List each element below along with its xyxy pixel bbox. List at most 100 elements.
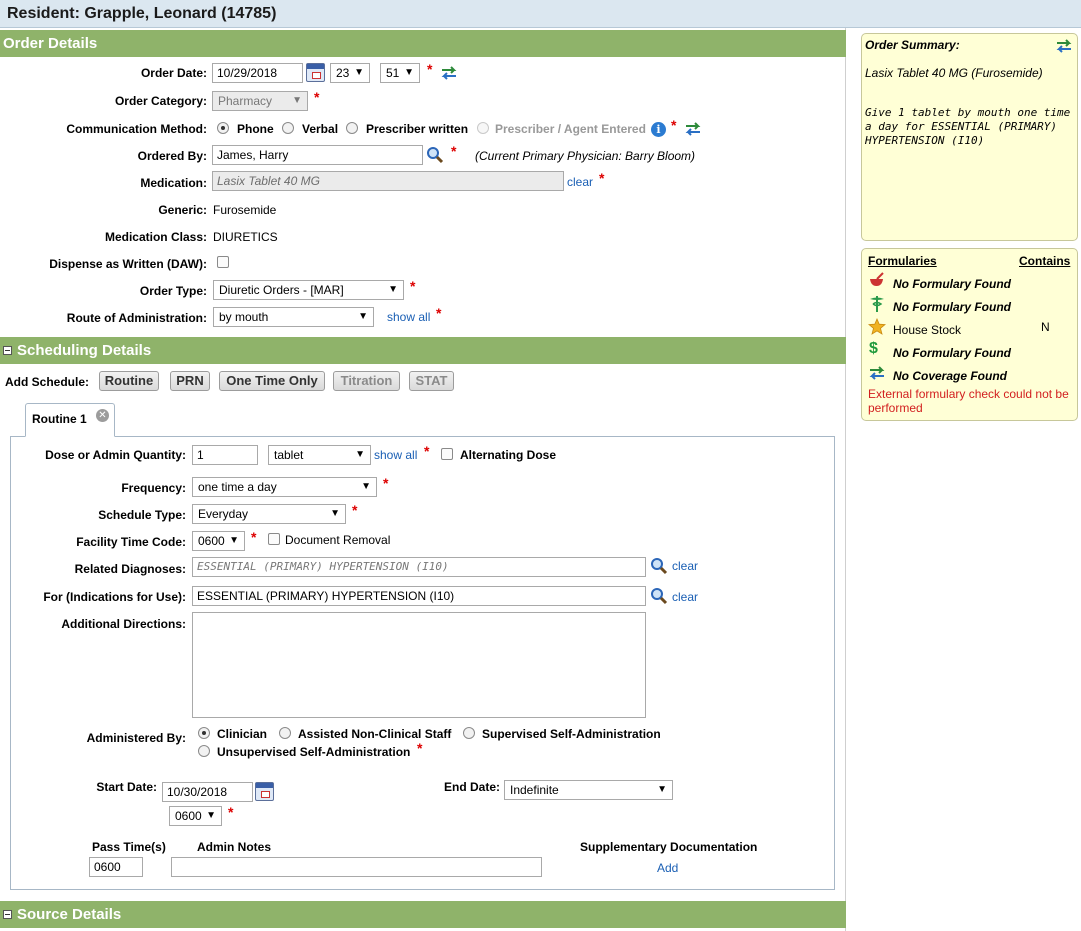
scheduling-details-header[interactable]: Scheduling Details bbox=[0, 337, 846, 364]
supplementary-add-link[interactable]: Add bbox=[657, 861, 678, 875]
title-bar: Resident: Grapple, Leonard (14785) bbox=[0, 0, 1081, 28]
required-marker: * bbox=[424, 443, 430, 459]
schedule-type-label: Schedule Type: bbox=[98, 508, 186, 522]
daw-label: Dispense as Written (DAW): bbox=[49, 257, 207, 271]
comm-verbal-label: Verbal bbox=[302, 122, 339, 136]
frequency-value: one time a day bbox=[198, 480, 277, 494]
collapse-icon[interactable] bbox=[3, 909, 12, 919]
communication-method-label: Communication Method: bbox=[66, 122, 207, 136]
order-hour-value: 23 bbox=[336, 66, 350, 80]
order-hour-select[interactable]: 23 ▼ bbox=[330, 63, 370, 83]
order-category-select[interactable]: Pharmacy ▼ bbox=[212, 91, 308, 111]
required-marker: * bbox=[436, 305, 442, 321]
comm-verbal-radio[interactable] bbox=[282, 122, 294, 134]
stat-button[interactable]: STAT bbox=[409, 371, 454, 391]
pass-time-input[interactable]: 0600 bbox=[89, 857, 143, 877]
swap-arrows-icon[interactable] bbox=[440, 66, 458, 80]
dose-input[interactable]: 1 bbox=[192, 445, 258, 465]
admin-assisted-radio[interactable] bbox=[279, 727, 291, 739]
dose-label: Dose or Admin Quantity: bbox=[45, 448, 186, 462]
route-select[interactable]: by mouth ▼ bbox=[213, 307, 374, 327]
admin-unsupervised-radio[interactable] bbox=[198, 745, 210, 757]
related-diagnoses-clear-link[interactable]: clear bbox=[672, 559, 698, 573]
order-type-value: Diuretic Orders - [MAR] bbox=[219, 283, 344, 297]
page-title: Resident: Grapple, Leonard (14785) bbox=[7, 5, 277, 22]
end-date-select[interactable]: Indefinite ▼ bbox=[504, 780, 673, 800]
order-category-label: Order Category: bbox=[114, 94, 207, 108]
formulary-error-message: External formulary check could not be pe… bbox=[868, 387, 1069, 415]
column-divider bbox=[845, 28, 846, 931]
order-type-select[interactable]: Diuretic Orders - [MAR] ▼ bbox=[213, 280, 404, 300]
related-diagnoses-input[interactable]: ESSENTIAL (PRIMARY) HYPERTENSION (I10) bbox=[192, 557, 646, 577]
dose-unit-select[interactable]: tablet ▼ bbox=[268, 445, 371, 465]
ordered-by-input[interactable]: James, Harry bbox=[212, 145, 423, 165]
related-diagnoses-label: Related Diagnoses: bbox=[74, 562, 186, 576]
source-details-header[interactable]: Source Details bbox=[0, 901, 846, 928]
star-icon bbox=[868, 318, 886, 335]
facility-time-select[interactable]: 0600 ▼ bbox=[192, 531, 245, 551]
start-date-label: Start Date: bbox=[96, 780, 157, 794]
required-marker: * bbox=[427, 61, 433, 77]
daw-checkbox[interactable] bbox=[217, 256, 229, 268]
start-date-input[interactable]: 10/30/2018 bbox=[162, 782, 253, 802]
formulary-row-text: House Stock bbox=[893, 323, 962, 337]
search-icon[interactable] bbox=[650, 587, 668, 605]
titration-button[interactable]: Titration bbox=[333, 371, 400, 391]
order-date-input[interactable]: 10/29/2018 bbox=[212, 63, 303, 83]
admin-supervised-radio[interactable] bbox=[463, 727, 475, 739]
close-tab-icon[interactable]: ✕ bbox=[96, 409, 109, 422]
indications-input[interactable]: ESSENTIAL (PRIMARY) HYPERTENSION (I10) bbox=[192, 586, 646, 606]
search-icon[interactable] bbox=[650, 557, 668, 575]
summary-directions: Give 1 tablet by mouth one time a day fo… bbox=[865, 106, 1071, 147]
alternating-dose-checkbox[interactable] bbox=[441, 448, 453, 460]
order-minute-select[interactable]: 51 ▼ bbox=[380, 63, 420, 83]
required-marker: * bbox=[352, 502, 358, 518]
swap-arrows-icon[interactable] bbox=[1055, 39, 1073, 53]
schedule-type-select[interactable]: Everyday ▼ bbox=[192, 504, 346, 524]
start-time-select[interactable]: 0600 ▼ bbox=[169, 806, 222, 826]
route-show-all-link[interactable]: show all bbox=[387, 310, 430, 324]
medication-input[interactable]: Lasix Tablet 40 MG bbox=[212, 171, 564, 191]
order-category-value: Pharmacy bbox=[218, 94, 273, 108]
admin-notes-label: Admin Notes bbox=[197, 840, 272, 854]
frequency-select[interactable]: one time a day ▼ bbox=[192, 477, 377, 497]
collapse-icon[interactable] bbox=[3, 345, 12, 355]
generic-value: Furosemide bbox=[213, 203, 277, 217]
mortar-pestle-icon bbox=[870, 272, 884, 286]
formulary-row-text: No Formulary Found bbox=[893, 300, 1011, 314]
facility-time-label: Facility Time Code: bbox=[76, 535, 186, 549]
routine-button[interactable]: Routine bbox=[99, 371, 159, 391]
order-minute-value: 51 bbox=[386, 66, 400, 80]
dose-show-all-link[interactable]: show all bbox=[374, 448, 417, 462]
info-icon[interactable]: i bbox=[651, 122, 666, 137]
formulary-row-text: No Formulary Found bbox=[893, 277, 1011, 291]
comm-agent-radio[interactable] bbox=[477, 122, 489, 134]
order-details-title: Order Details bbox=[3, 35, 98, 52]
additional-directions-label: Additional Directions: bbox=[61, 617, 186, 631]
supplementary-documentation-label: Supplementary Documentation bbox=[580, 840, 758, 854]
comm-prescriber-radio[interactable] bbox=[346, 122, 358, 134]
prn-button[interactable]: PRN bbox=[170, 371, 210, 391]
document-removal-checkbox[interactable] bbox=[268, 533, 280, 545]
required-marker: * bbox=[251, 529, 257, 545]
swap-arrows-icon bbox=[869, 366, 885, 380]
admin-notes-input[interactable] bbox=[171, 857, 542, 877]
calendar-icon[interactable] bbox=[255, 782, 274, 801]
one-time-only-button[interactable]: One Time Only bbox=[219, 371, 325, 391]
formulary-row-text: No Coverage Found bbox=[893, 369, 1008, 383]
calendar-icon[interactable] bbox=[306, 63, 325, 82]
comm-phone-radio[interactable] bbox=[217, 122, 229, 134]
tab-routine-1-label: Routine 1 bbox=[32, 412, 87, 426]
search-icon[interactable] bbox=[426, 146, 444, 164]
admin-unsupervised-label: Unsupervised Self-Administration bbox=[217, 745, 411, 759]
swap-arrows-icon[interactable] bbox=[684, 122, 702, 136]
required-marker: * bbox=[228, 804, 234, 820]
frequency-label: Frequency: bbox=[121, 481, 186, 495]
additional-directions-textarea[interactable] bbox=[192, 612, 646, 718]
indications-clear-link[interactable]: clear bbox=[672, 590, 698, 604]
add-schedule-label: Add Schedule: bbox=[5, 375, 90, 389]
formularies-header: Formularies bbox=[868, 254, 937, 268]
medication-clear-link[interactable]: clear bbox=[567, 175, 593, 189]
admin-clinician-radio[interactable] bbox=[198, 727, 210, 739]
formulary-row-text: No Formulary Found bbox=[893, 346, 1011, 360]
